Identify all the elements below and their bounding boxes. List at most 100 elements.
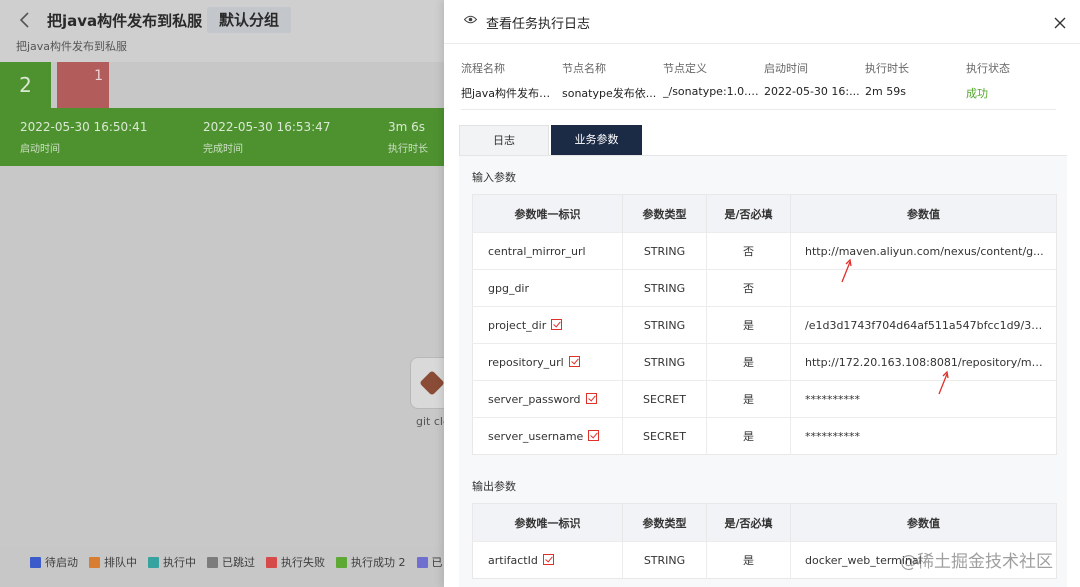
required-check-icon (542, 553, 554, 565)
legend-label: 排队中 (104, 556, 137, 569)
param-name-cell: central_mirror_url (472, 232, 623, 270)
param-type: STRING (622, 541, 707, 579)
param-required: 否 (706, 269, 791, 307)
param-required: 是 (706, 343, 791, 381)
annotation-arrow-icon (938, 370, 949, 395)
param-value-link[interactable]: http://maven.aliyun.com/nexus/content/g.… (790, 232, 1057, 270)
legend-item: 已跳过 (207, 554, 255, 570)
run-start-stat: 2022-05-30 16:50:41 启动时间 (20, 120, 148, 155)
col-header-id: 参数唯一标识 (472, 503, 623, 542)
required-check-icon (551, 318, 563, 330)
required-check-icon (568, 355, 580, 367)
drawer-title: 查看任务执行日志 (486, 17, 591, 32)
table-row: central_mirror_url STRING 否 http://maven.al… (472, 232, 1057, 270)
legend-label: 已 (431, 556, 443, 569)
legend-item: 执行成功 2 (336, 554, 406, 570)
col-header-type: 参数类型 (622, 194, 707, 233)
watermark: @稀土掘金技术社区 (900, 552, 1053, 572)
param-type: SECRET (622, 417, 707, 455)
col-header-required: 是/否必填 (706, 503, 791, 542)
required-check-icon (585, 392, 597, 404)
table-row: gpg_dir STRING 否 (472, 269, 1057, 307)
param-type: STRING (622, 343, 707, 381)
pipeline-canvas (0, 166, 444, 546)
page-subtitle: 把java构件发布到私服 (16, 40, 128, 53)
legend-item: 排队中 (89, 554, 137, 570)
status-legend: 待启动 排队中 执行中 已跳过 执行失败 执行成功 2 已 (30, 554, 443, 570)
summary-duration: 执行时长 2m 59s (865, 62, 909, 98)
legend-swatch (207, 556, 218, 568)
param-type: STRING (622, 306, 707, 344)
param-name: server_username (488, 429, 584, 443)
params-panel: 输入参数 参数唯一标识 参数类型 是/否必填 参数值 central_mirro… (459, 155, 1067, 587)
close-icon[interactable] (1054, 17, 1066, 29)
col-header-type: 参数类型 (622, 503, 707, 542)
param-name-cell: repository_url (472, 343, 623, 381)
legend-label: 待启动 (45, 556, 78, 569)
param-value: ********** (790, 380, 1057, 418)
legend-swatch (416, 556, 428, 568)
back-arrow-icon[interactable] (16, 10, 36, 30)
run-tab-1-label: 1 (94, 68, 103, 84)
eye-icon (464, 15, 477, 24)
tab-business-params[interactable]: 业务参数 (551, 125, 642, 155)
legend-item: 执行失败 (266, 554, 325, 570)
param-value-link[interactable]: http://172.20.163.108:8081/repository/ma… (790, 343, 1057, 381)
status-badge: 成功 (966, 87, 988, 100)
summary-flow-name: 流程名称 把java构件发布到... (461, 62, 557, 100)
param-type: STRING (622, 269, 707, 307)
page-header: 把java构件发布到私服 默认分组 把java构件发布到私服 (0, 0, 444, 62)
tab-log[interactable]: 日志 (459, 125, 549, 155)
drawer-header: 查看任务执行日志 (444, 0, 1080, 44)
col-header-value: 参数值 (790, 194, 1057, 233)
required-check-icon (588, 429, 600, 441)
param-type: SECRET (622, 380, 707, 418)
param-required: 是 (706, 306, 791, 344)
legend-swatch (89, 556, 100, 568)
legend-item: 待启动 (30, 554, 78, 570)
summary-start-time: 启动时间 2022-05-30 16:... (764, 62, 860, 98)
group-badge: 默认分组 (207, 7, 292, 33)
param-value: ********** (790, 417, 1057, 455)
annotation-arrow-icon (841, 258, 852, 283)
summary-node-name: 节点名称 sonatype发布依... (562, 62, 657, 100)
param-name: repository_url (488, 355, 564, 369)
col-header-value: 参数值 (790, 503, 1057, 542)
run-end-stat: 2022-05-30 16:53:47 完成时间 (203, 120, 331, 155)
table-row: repository_url STRING 是 http://172.20.163.1… (472, 343, 1057, 381)
param-name-cell: server_password (472, 380, 623, 418)
run-tab-1[interactable]: 1 (57, 62, 109, 108)
task-summary: 流程名称 把java构件发布到... 节点名称 sonatype发布依... 节… (461, 60, 1056, 110)
run-tab-2[interactable]: 2 (0, 62, 51, 108)
summary-status: 执行状态 成功 (966, 60, 1062, 101)
param-required: 是 (706, 417, 791, 455)
param-name: server_password (488, 392, 581, 406)
input-params-table: 参数唯一标识 参数类型 是/否必填 参数值 central_mirror_url… (472, 194, 1057, 455)
legend-item: 已 (416, 554, 443, 570)
param-name: project_dir (488, 318, 547, 332)
git-icon (419, 370, 445, 396)
param-name-cell: artifactId (472, 541, 623, 579)
param-name: artifactId (488, 553, 538, 567)
summary-node-def: 节点定义 _/sonatype:1.0.0... (663, 62, 759, 98)
legend-swatch (148, 556, 159, 568)
table-header-row: 参数唯一标识 参数类型 是/否必填 参数值 (472, 503, 1057, 542)
legend-label: 执行失败 (281, 556, 325, 569)
param-required: 否 (706, 232, 791, 270)
input-params-title: 输入参数 (472, 171, 516, 184)
legend-item: 执行中 (148, 554, 196, 570)
col-header-id: 参数唯一标识 (472, 194, 623, 233)
param-type: STRING (622, 232, 707, 270)
param-value (790, 269, 1057, 307)
table-header-row: 参数唯一标识 参数类型 是/否必填 参数值 (472, 194, 1057, 233)
table-row: server_username SECRET 是 ********** (472, 417, 1057, 455)
param-name: gpg_dir (488, 281, 530, 295)
legend-label: 已跳过 (222, 556, 255, 569)
legend-swatch (266, 556, 277, 568)
param-name: central_mirror_url (488, 244, 586, 258)
run-duration-stat: 3m 6s 执行时长 (388, 120, 428, 155)
param-name-cell: server_username (472, 417, 623, 455)
param-name-cell: project_dir (472, 306, 623, 344)
run-summary-bar: 2022-05-30 16:50:41 启动时间 2022-05-30 16:5… (0, 108, 444, 166)
table-row: project_dir STRING 是/e1d3d1743f704d64af511… (472, 306, 1057, 344)
